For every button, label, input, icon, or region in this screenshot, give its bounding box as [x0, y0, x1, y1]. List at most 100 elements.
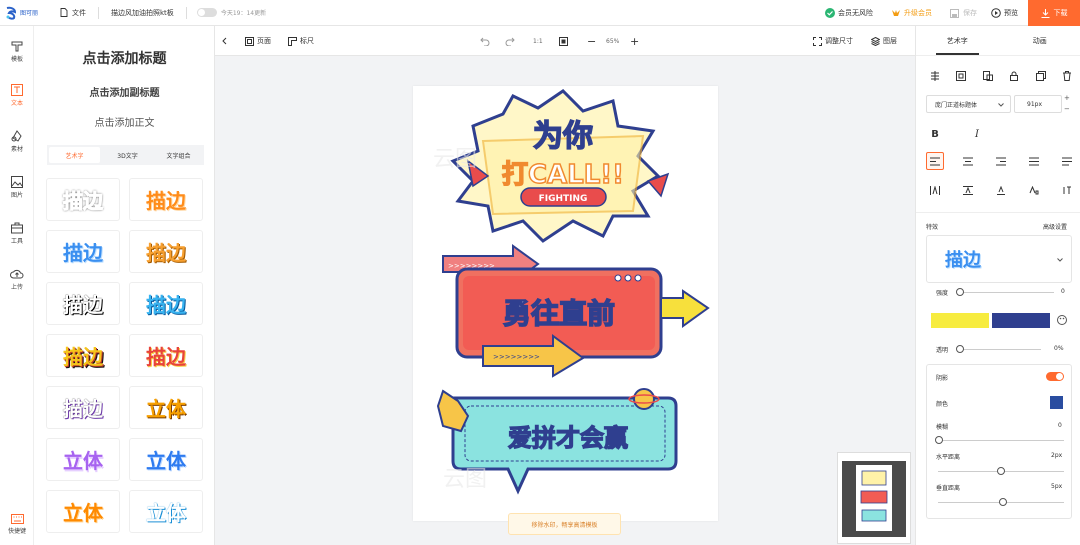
opacity-slider[interactable] [959, 349, 1041, 350]
bold-button[interactable]: B [926, 125, 944, 143]
align-distribute-button[interactable] [1058, 152, 1076, 170]
add-subtitle-button[interactable]: 点击添加副标题 [34, 84, 214, 99]
art-text-preset[interactable]: 描边 [129, 178, 203, 221]
strength-slider[interactable] [959, 292, 1054, 293]
align-left-button[interactable] [926, 152, 944, 170]
font-size-stepper[interactable]: + − [1064, 93, 1070, 115]
effects-label: 特效 [926, 224, 939, 231]
delete-button[interactable] [1058, 67, 1076, 85]
effect-preset-select[interactable]: 描边 [926, 235, 1072, 283]
art-text-preset[interactable]: 描边 [46, 178, 120, 221]
art-text-preset[interactable]: 描边 [129, 282, 203, 325]
nav-tools[interactable]: 工具 [0, 222, 34, 245]
tab-animation[interactable]: 动画 [999, 26, 1080, 55]
text-underline-button[interactable] [992, 181, 1010, 199]
undo-button[interactable] [480, 26, 493, 56]
font-size-input[interactable]: 91px [1014, 95, 1062, 113]
chevron-down-icon [1057, 258, 1063, 262]
art-text-preset[interactable]: 描边 [46, 386, 120, 429]
vertical-text-button[interactable] [1058, 181, 1076, 199]
art-text-preset[interactable]: 立体 [129, 386, 203, 429]
art-text-preset[interactable]: 描边 [46, 230, 120, 273]
doc-title-text: 描边风加油拍照kt板 [111, 8, 174, 17]
line-height-button[interactable] [959, 181, 977, 199]
tab-text-combo[interactable]: 文字组合 [153, 145, 204, 165]
font-family-select[interactable]: 庞门正道标题体 [926, 95, 1011, 113]
blur-slider[interactable] [938, 440, 1064, 441]
download-button[interactable]: 下载 [1028, 0, 1080, 26]
sticker-starburst[interactable]: 为你 打CALL!! FIGHTING [450, 89, 670, 243]
shadow-color-swatch[interactable] [1050, 396, 1063, 409]
art-text-preset[interactable]: 立体 [46, 438, 120, 481]
doc-title[interactable]: 描边风加油拍照kt板 [111, 8, 174, 18]
save-label: 保存 [963, 9, 977, 17]
vertical-distance-slider-handle[interactable] [999, 498, 1007, 506]
zoom-in-button[interactable]: + [630, 26, 639, 56]
align-layers-button[interactable] [926, 67, 944, 85]
tab-art-text[interactable]: 艺术字 [916, 26, 999, 55]
ruler-button[interactable]: 标尺 [288, 26, 314, 56]
art-text-preset[interactable]: 描边 [129, 230, 203, 273]
layers-button[interactable]: 图层 [871, 26, 897, 56]
artboard[interactable]: 为你 打CALL!! FIGHTING >>>>>>>> 勇往直前 >>>>>> [413, 86, 718, 521]
letter-spacing-button[interactable] [926, 181, 944, 199]
member-risk-badge[interactable]: 会员无风险 [825, 8, 873, 18]
nav-upload[interactable]: 上传 [0, 268, 34, 291]
opacity-slider-handle[interactable] [956, 345, 964, 353]
add-title-button[interactable]: 点击添加标题 [34, 48, 214, 68]
preview-button[interactable]: 预览 [991, 8, 1018, 18]
page-label: 页面 [257, 37, 271, 45]
trash-icon [1062, 71, 1071, 81]
art-text-preset[interactable]: 描边 [46, 334, 120, 377]
art-text-preset[interactable]: 立体 [129, 438, 203, 481]
collapse-panel-button[interactable] [221, 26, 230, 56]
art-text-preset[interactable]: 描边 [129, 334, 203, 377]
remove-watermark-button[interactable]: 移除水印，畅享高清模板 [508, 513, 621, 535]
minimap[interactable] [837, 452, 911, 544]
align-right-button[interactable] [992, 152, 1010, 170]
shadow-toggle[interactable] [1046, 372, 1064, 381]
file-menu[interactable]: 文件 [60, 8, 86, 18]
nav-text[interactable]: 文本 [0, 84, 34, 107]
group-button[interactable] [952, 67, 970, 85]
stroke-color-2[interactable] [992, 313, 1050, 328]
fit-screen-button[interactable] [559, 26, 571, 56]
nav-shortcut[interactable]: 快捷键 [0, 514, 34, 535]
autosave-toggle[interactable] [196, 8, 217, 17]
add-body-button[interactable]: 点击添加正文 [34, 114, 214, 129]
align-justify-button[interactable] [1025, 152, 1043, 170]
align-center-button[interactable] [959, 152, 977, 170]
nav-image-label: 图片 [10, 192, 23, 199]
art-text-preset[interactable]: 立体 [129, 490, 203, 533]
text-subscript-button[interactable] [1025, 181, 1043, 199]
stroke-color-1[interactable] [931, 313, 989, 328]
zoom-out-button[interactable]: − [587, 26, 596, 56]
save-button[interactable]: 保存 [950, 8, 977, 18]
resize-button[interactable]: 调整尺寸 [813, 26, 853, 56]
redo-button[interactable] [505, 26, 518, 56]
tab-art-text[interactable]: 艺术字 [49, 147, 100, 163]
preset-label: 立体 [146, 449, 186, 473]
art-text-preset[interactable]: 立体 [46, 490, 120, 533]
copy-style-button[interactable] [979, 67, 997, 85]
nav-image[interactable]: 图片 [0, 176, 34, 199]
nav-template[interactable]: 模板 [0, 40, 34, 63]
advanced-settings-link[interactable]: 高级设置 [1043, 222, 1067, 231]
ratio-button[interactable]: 1:1 [533, 26, 543, 56]
upgrade-button[interactable]: 升级会员 [891, 8, 932, 18]
strength-slider-handle[interactable] [956, 288, 964, 296]
horizontal-distance-slider-handle[interactable] [997, 467, 1005, 475]
lock-button[interactable] [1005, 67, 1023, 85]
zoom-level[interactable]: 65% [606, 26, 619, 56]
sticker-banner[interactable]: >>>>>>>> 勇往直前 >>>>>>>> [442, 244, 710, 378]
art-text-preset[interactable]: 描边 [46, 282, 120, 325]
blur-slider-handle[interactable] [935, 436, 943, 444]
text-align-row [926, 152, 1076, 170]
duplicate-button[interactable] [1032, 67, 1050, 85]
italic-button[interactable]: I [968, 125, 986, 143]
nav-material[interactable]: 素材 [0, 130, 34, 153]
page-button[interactable]: 页面 [245, 26, 271, 56]
tab-3d-text[interactable]: 3D文字 [102, 145, 153, 165]
logo[interactable]: 图可丽 [4, 6, 50, 20]
palette-icon[interactable] [1057, 315, 1067, 325]
